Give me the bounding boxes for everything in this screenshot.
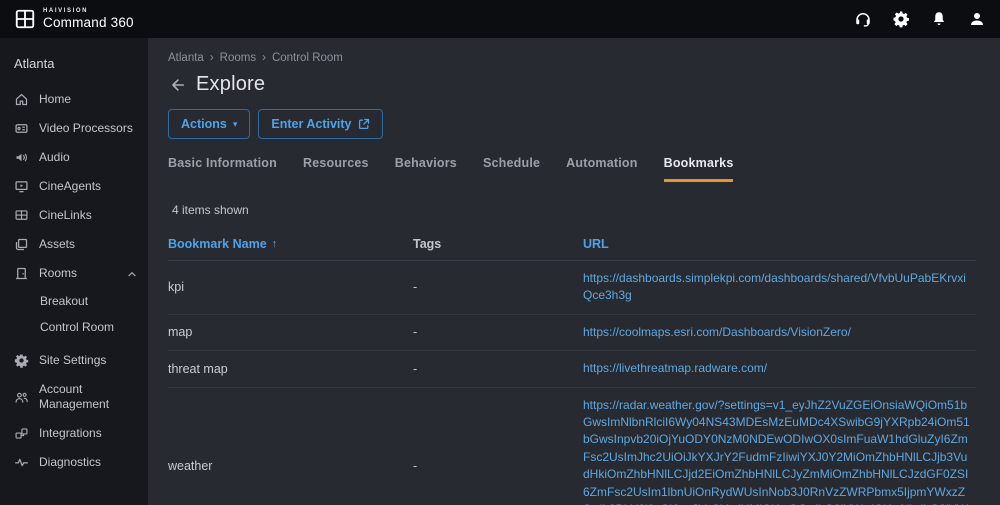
breadcrumb: Atlanta › Rooms › Control Room (168, 52, 976, 64)
cineagents-icon (14, 179, 29, 194)
actions-button[interactable]: Actions ▾ (168, 109, 250, 139)
table-row-map: map - https://coolmaps.esri.com/Dashboar… (168, 315, 976, 351)
sidebar-subitem-label: Control Room (40, 320, 114, 334)
sidebar-item-control-room[interactable]: Control Room (0, 314, 148, 340)
topbar: HAIVISION Command 360 (0, 0, 1000, 38)
url-cell[interactable]: https://radar.weather.gov/?settings=v1_e… (583, 397, 976, 505)
column-header-tags[interactable]: Tags (413, 237, 583, 251)
account-management-icon (14, 390, 29, 405)
sidebar-item-label: CineAgents (39, 179, 138, 194)
sidebar-item-label: Account Management (39, 382, 138, 412)
app-window: HAIVISION Command 360 (0, 0, 1000, 505)
cinelinks-icon (14, 208, 29, 223)
video-processors-icon (14, 121, 29, 136)
audio-icon (14, 150, 29, 165)
sidebar-item-label: Home (39, 92, 138, 107)
sidebar-subitem-label: Breakout (40, 294, 88, 308)
tags-cell: - (413, 362, 583, 376)
table-row-weather: weather - https://radar.weather.gov/?set… (168, 388, 976, 505)
assets-icon (14, 237, 29, 252)
sidebar-item-video-processors[interactable]: Video Processors (0, 114, 148, 143)
breadcrumb-rooms[interactable]: Rooms (220, 52, 256, 64)
tags-cell: - (413, 325, 583, 339)
tab-resources[interactable]: Resources (303, 156, 369, 182)
bookmark-name-cell: weather (168, 459, 413, 473)
external-link-icon (358, 118, 370, 130)
back-arrow-icon[interactable] (168, 76, 186, 94)
gear-icon[interactable] (892, 10, 910, 28)
tags-cell: - (413, 280, 583, 294)
tab-behaviors[interactable]: Behaviors (395, 156, 457, 182)
enter-activity-button-label: Enter Activity (271, 117, 351, 131)
sidebar: Atlanta Home Video Processors Audio (0, 38, 148, 505)
sidebar-item-label: CineLinks (39, 208, 138, 223)
sidebar-item-breakout[interactable]: Breakout (0, 288, 148, 314)
enter-activity-button[interactable]: Enter Activity (258, 109, 382, 139)
items-shown-count: 4 items shown (168, 203, 976, 217)
sidebar-item-label: Assets (39, 237, 138, 252)
bookmark-name-cell: kpi (168, 280, 413, 294)
chevron-up-icon (126, 268, 138, 280)
sidebar-item-site-settings[interactable]: Site Settings (0, 346, 148, 375)
sidebar-item-cineagents[interactable]: CineAgents (0, 172, 148, 201)
tab-bar: Basic Information Resources Behaviors Sc… (168, 156, 976, 182)
sidebar-item-cinelinks[interactable]: CineLinks (0, 201, 148, 230)
sidebar-item-label: Video Processors (39, 121, 138, 136)
table-row-threat-map: threat map - https://livethreatmap.radwa… (168, 351, 976, 387)
chevron-down-icon: ▾ (233, 120, 238, 129)
brand: HAIVISION Command 360 (14, 8, 134, 30)
sidebar-item-assets[interactable]: Assets (0, 230, 148, 259)
column-header-bookmark-name[interactable]: Bookmark Name ↑ (168, 237, 413, 251)
sidebar-item-account-management[interactable]: Account Management (0, 375, 148, 419)
breadcrumb-separator: › (262, 52, 266, 64)
support-headset-icon[interactable] (854, 10, 872, 28)
tab-bookmarks[interactable]: Bookmarks (664, 156, 734, 182)
bookmark-name-cell: map (168, 325, 413, 339)
integrations-icon (14, 426, 29, 441)
url-cell[interactable]: https://livethreatmap.radware.com/ (583, 360, 976, 377)
sidebar-item-rooms[interactable]: Rooms (0, 259, 148, 288)
rooms-icon (14, 266, 29, 281)
brand-product: Command 360 (43, 16, 134, 30)
table-header-row: Bookmark Name ↑ Tags URL (168, 228, 976, 261)
brand-company: HAIVISION (43, 8, 134, 14)
tab-basic-information[interactable]: Basic Information (168, 156, 277, 182)
breadcrumb-control-room[interactable]: Control Room (272, 52, 343, 64)
sidebar-item-label: Diagnostics (39, 455, 138, 470)
tab-schedule[interactable]: Schedule (483, 156, 540, 182)
sidebar-item-label: Site Settings (39, 353, 138, 368)
sidebar-item-label: Integrations (39, 426, 138, 441)
breadcrumb-separator: › (210, 52, 214, 64)
column-header-url[interactable]: URL (583, 237, 976, 251)
sidebar-item-label: Audio (39, 150, 138, 165)
user-profile-icon[interactable] (968, 10, 986, 28)
table-row-kpi: kpi - https://dashboards.simplekpi.com/d… (168, 261, 976, 315)
page-title: Explore (196, 73, 265, 96)
sidebar-item-label: Rooms (39, 266, 116, 281)
bookmark-name-cell: threat map (168, 362, 413, 376)
sidebar-item-audio[interactable]: Audio (0, 143, 148, 172)
url-cell[interactable]: https://dashboards.simplekpi.com/dashboa… (583, 270, 976, 305)
site-name: Atlanta (0, 48, 148, 85)
home-icon (14, 92, 29, 107)
haivision-logo-icon (14, 8, 36, 30)
main-content: Atlanta › Rooms › Control Room Explore A… (148, 38, 1000, 505)
bookmarks-table: Bookmark Name ↑ Tags URL kpi - https://d… (168, 228, 976, 505)
breadcrumb-atlanta[interactable]: Atlanta (168, 52, 204, 64)
column-header-label: Bookmark Name (168, 237, 267, 251)
sidebar-item-home[interactable]: Home (0, 85, 148, 114)
bell-icon[interactable] (930, 10, 948, 28)
tags-cell: - (413, 459, 583, 473)
actions-button-label: Actions (181, 117, 227, 131)
diagnostics-pulse-icon (14, 455, 29, 470)
url-cell[interactable]: https://coolmaps.esri.com/Dashboards/Vis… (583, 324, 976, 341)
sidebar-item-integrations[interactable]: Integrations (0, 419, 148, 448)
site-settings-gear-icon (14, 353, 29, 368)
tab-automation[interactable]: Automation (566, 156, 637, 182)
sort-ascending-icon: ↑ (272, 238, 278, 250)
sidebar-item-diagnostics[interactable]: Diagnostics (0, 448, 148, 477)
